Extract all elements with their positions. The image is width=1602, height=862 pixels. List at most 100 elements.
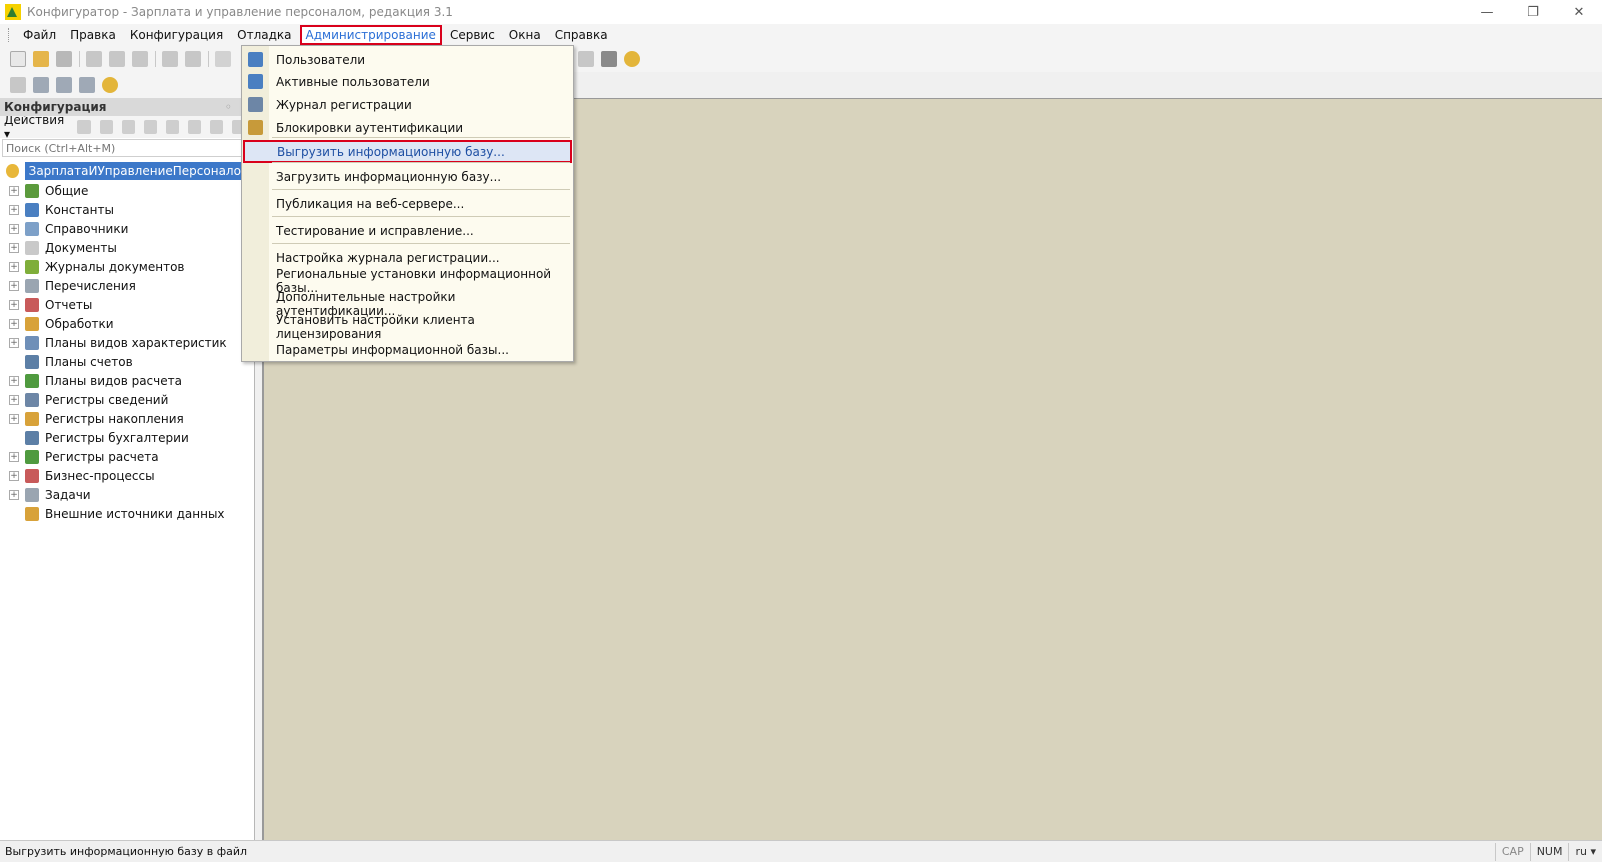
menu-users[interactable]: Пользователи <box>242 48 573 71</box>
menu-event-log[interactable]: Журнал регистрации <box>242 93 573 116</box>
tree-item[interactable]: + Регистры расчета <box>0 447 254 466</box>
tree-item[interactable]: + Бизнес-процессы <box>0 466 254 485</box>
menu-web-publish[interactable]: Публикация на веб-сервере... <box>242 192 573 215</box>
tree-item-label: Регистры сведений <box>45 392 169 407</box>
compare-icon[interactable] <box>33 77 49 93</box>
tree-item[interactable]: + Регистры накопления <box>0 409 254 428</box>
copy-icon[interactable] <box>121 120 135 134</box>
tree-item[interactable]: Регистры бухгалтерии <box>0 428 254 447</box>
open-icon[interactable] <box>33 51 49 67</box>
tree-item-icon <box>25 449 39 464</box>
menu-load-infobase[interactable]: Загрузить информационную базу... <box>242 165 573 188</box>
copy-icon[interactable] <box>109 51 125 67</box>
close-button[interactable]: ✕ <box>1556 0 1602 24</box>
cut-icon[interactable] <box>86 51 102 67</box>
preview-icon[interactable] <box>185 51 201 67</box>
expand-icon[interactable]: + <box>9 394 19 405</box>
tree-item-label: Бизнес-процессы <box>45 468 155 483</box>
expand-icon[interactable]: + <box>9 337 19 348</box>
tree-item-label: Задачи <box>45 487 91 502</box>
edit-icon[interactable] <box>99 120 113 134</box>
expand-icon[interactable]: + <box>9 299 19 310</box>
menu-help[interactable]: Справка <box>549 25 614 45</box>
tree-item[interactable]: + Регистры сведений <box>0 390 254 409</box>
tree-item-icon <box>25 506 39 521</box>
restore-button[interactable]: ❐ <box>1510 0 1556 24</box>
expand-icon[interactable]: + <box>9 204 19 215</box>
menu-item-label: Загрузить информационную базу... <box>276 169 502 184</box>
menu-license-client[interactable]: Установить настройки клиента лицензирова… <box>242 313 573 341</box>
tree-item[interactable]: + Общие <box>0 181 254 200</box>
menu-configuration[interactable]: Конфигурация <box>124 25 229 45</box>
menu-infobase-params[interactable]: Параметры информационной базы... <box>242 338 573 361</box>
expand-icon[interactable]: + <box>9 223 19 234</box>
pin-icon[interactable]: ◦ <box>225 98 232 116</box>
expand-icon[interactable]: + <box>9 261 19 272</box>
menu-item-label: Публикация на веб-сервере... <box>276 196 465 211</box>
expand-icon[interactable]: + <box>9 375 19 386</box>
tree-item[interactable]: + Журналы документов <box>0 257 254 276</box>
tree-item[interactable]: + Документы <box>0 238 254 257</box>
configuration-tree: ЗарплатаИУправлениеПерсоналом + Общие + Кон… <box>0 161 254 523</box>
sort-icon[interactable] <box>209 120 223 134</box>
tree-item[interactable]: + Константы <box>0 200 254 219</box>
tree-item[interactable]: + Планы видов расчета <box>0 371 254 390</box>
expand-icon[interactable]: + <box>9 470 19 481</box>
tree-item[interactable]: + Справочники <box>0 219 254 238</box>
move-down-icon[interactable] <box>187 120 201 134</box>
tree-item[interactable]: Планы счетов <box>0 352 254 371</box>
configuration-panel: Конфигурация ◦ Действия ▾ ЗарплатаИУправ… <box>0 98 255 840</box>
search-input[interactable] <box>2 139 242 157</box>
document-icon[interactable] <box>601 51 617 67</box>
menu-debug[interactable]: Отладка <box>231 25 297 45</box>
tree-item[interactable]: + Отчеты <box>0 295 254 314</box>
save-icon[interactable] <box>56 51 72 67</box>
expand-icon[interactable]: + <box>9 489 19 500</box>
menu-active-users[interactable]: Активные пользователи <box>242 70 573 93</box>
menu-separator <box>272 137 570 138</box>
menu-file[interactable]: Файл <box>17 25 62 45</box>
tree-item-icon <box>25 259 39 274</box>
new-icon[interactable] <box>10 51 26 67</box>
tree-item[interactable]: + Перечисления <box>0 276 254 295</box>
tree-item[interactable]: + Обработки <box>0 314 254 333</box>
expand-icon[interactable]: + <box>9 318 19 329</box>
menu-dump-infobase[interactable]: Выгрузить информационную базу... <box>243 140 572 163</box>
menu-administration[interactable]: Администрирование <box>299 25 442 45</box>
menu-test-repair[interactable]: Тестирование и исправление... <box>242 219 573 242</box>
database-icon[interactable] <box>56 77 72 93</box>
expand-icon[interactable]: + <box>9 413 19 424</box>
expand-icon[interactable]: + <box>9 185 19 196</box>
syntax-check-icon[interactable] <box>578 51 594 67</box>
tree-item[interactable]: Внешние источники данных <box>0 504 254 523</box>
actions-menu-button[interactable]: Действия ▾ <box>4 113 69 141</box>
table-icon[interactable] <box>79 77 95 93</box>
add-icon[interactable] <box>77 120 91 134</box>
config-open-icon[interactable] <box>10 77 26 93</box>
tree-item-icon <box>25 202 39 217</box>
paste-icon[interactable] <box>132 51 148 67</box>
info-icon[interactable] <box>624 51 640 67</box>
tree-item-icon <box>25 468 39 483</box>
tree-root[interactable]: ЗарплатаИУправлениеПерсоналом <box>0 161 254 181</box>
menu-item-label: Тестирование и исправление... <box>276 223 474 238</box>
delete-icon[interactable] <box>143 120 157 134</box>
menu-windows[interactable]: Окна <box>503 25 547 45</box>
tree-item[interactable]: + Задачи <box>0 485 254 504</box>
minimize-button[interactable]: — <box>1464 0 1510 24</box>
menu-auth-locks[interactable]: Блокировки аутентификации <box>242 116 573 139</box>
toolbar-separator <box>79 51 80 67</box>
expand-icon[interactable]: + <box>9 451 19 462</box>
undo-icon[interactable] <box>215 51 231 67</box>
language-selector[interactable]: ru ▾ <box>1568 842 1602 861</box>
expand-icon[interactable]: + <box>9 242 19 253</box>
move-up-icon[interactable] <box>165 120 179 134</box>
tree-item[interactable]: + Планы видов характеристик <box>0 333 254 352</box>
run-debug-icon[interactable] <box>102 77 118 93</box>
menu-edit[interactable]: Правка <box>64 25 122 45</box>
expand-icon[interactable]: + <box>9 280 19 291</box>
active-users-icon <box>248 74 263 89</box>
tree-item-icon <box>25 335 39 350</box>
menu-service[interactable]: Сервис <box>444 25 501 45</box>
print-icon[interactable] <box>162 51 178 67</box>
